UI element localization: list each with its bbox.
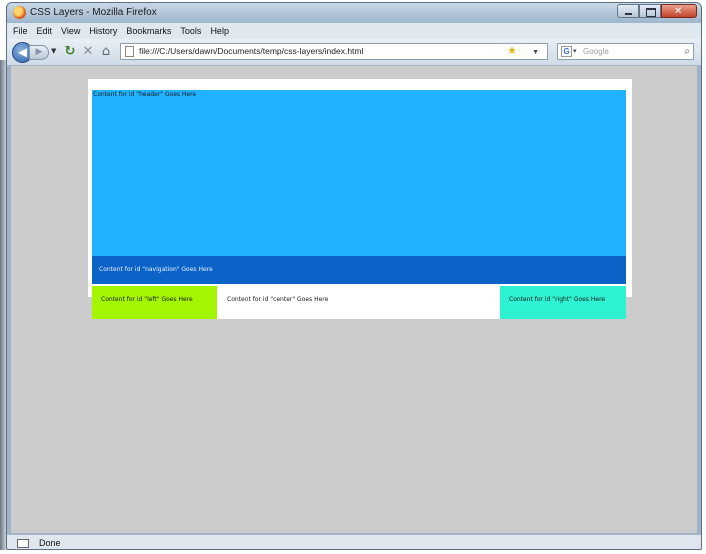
maximize-button[interactable] xyxy=(639,4,661,18)
reload-icon[interactable]: ↻ xyxy=(63,44,77,59)
menu-edit[interactable]: Edit xyxy=(37,26,53,36)
search-box[interactable]: G ▾ Google ⌕ xyxy=(557,43,694,60)
close-button[interactable] xyxy=(661,4,697,18)
url-bar[interactable]: file:///C:/Users/dawn/Documents/temp/css… xyxy=(120,43,548,60)
status-bar: Done xyxy=(7,534,701,549)
menu-file[interactable]: File xyxy=(13,26,28,36)
stop-icon[interactable]: ✕ xyxy=(81,44,95,59)
center-text: Content for id "center" Goes Here xyxy=(227,296,329,303)
minimize-button[interactable] xyxy=(617,4,639,18)
url-text[interactable]: file:///C:/Users/dawn/Documents/temp/css… xyxy=(139,44,363,59)
menu-tools[interactable]: Tools xyxy=(180,26,201,36)
url-dropdown-icon[interactable]: ▼ xyxy=(532,45,539,60)
browser-window: CSS Layers - Mozilla Firefox File Edit V… xyxy=(6,2,702,550)
firefox-icon xyxy=(13,6,26,19)
bookmark-star-icon[interactable]: ★ xyxy=(507,44,517,59)
page-viewport: Content for id "header" Goes Here Conten… xyxy=(11,66,697,533)
right-text: Content for id "right" Goes Here xyxy=(509,296,606,303)
window-controls xyxy=(617,4,697,19)
search-icon[interactable]: ⌕ xyxy=(684,44,690,59)
status-page-icon xyxy=(17,539,29,548)
title-bar[interactable]: CSS Layers - Mozilla Firefox xyxy=(7,3,701,23)
search-engine-dropdown-icon[interactable]: ▾ xyxy=(573,44,577,59)
header-layer: Content for id "header" Goes Here xyxy=(92,90,626,256)
window-title: CSS Layers - Mozilla Firefox xyxy=(30,7,157,18)
right-layer: Content for id "right" Goes Here xyxy=(500,286,626,319)
page-icon xyxy=(125,46,134,57)
navigation-layer: Content for id "navigation" Goes Here xyxy=(92,256,626,284)
left-text: Content for id "left" Goes Here xyxy=(101,296,193,303)
google-icon[interactable]: G xyxy=(561,46,572,57)
header-text: Content for id "header" Goes Here xyxy=(93,91,197,98)
page-container: Content for id "header" Goes Here Conten… xyxy=(88,79,632,297)
center-layer: Content for id "center" Goes Here xyxy=(217,286,500,319)
window-edge-shadow xyxy=(0,60,6,550)
navigation-text: Content for id "navigation" Goes Here xyxy=(99,266,213,273)
navigation-toolbar: ◀ ▶ ▼ ↻ ✕ ⌂ file:///C:/Users/dawn/Docume… xyxy=(7,39,701,66)
status-text: Done xyxy=(39,538,61,548)
menu-view[interactable]: View xyxy=(61,26,80,36)
menu-bar: File Edit View History Bookmarks Tools H… xyxy=(7,23,701,39)
left-layer: Content for id "left" Goes Here xyxy=(92,286,217,319)
history-dropdown-icon[interactable]: ▼ xyxy=(51,47,56,55)
menu-help[interactable]: Help xyxy=(210,26,229,36)
search-placeholder[interactable]: Google xyxy=(583,44,609,59)
home-icon[interactable]: ⌂ xyxy=(99,44,113,59)
menu-history[interactable]: History xyxy=(89,26,117,36)
menu-bookmarks[interactable]: Bookmarks xyxy=(126,26,171,36)
forward-button[interactable]: ▶ xyxy=(29,45,49,60)
